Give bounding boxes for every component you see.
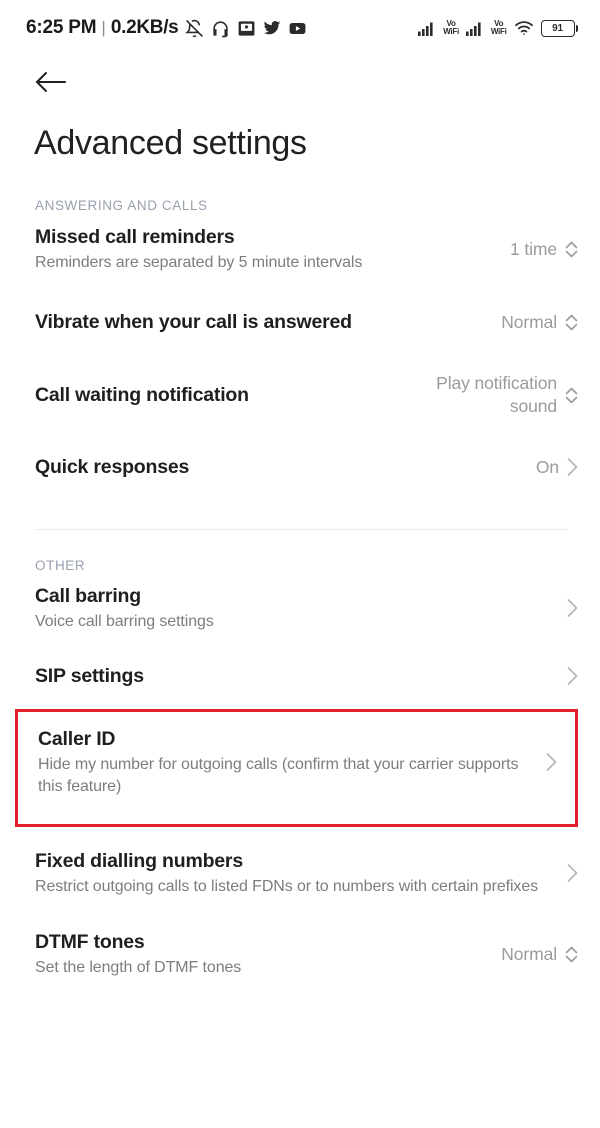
signal-bars-icon: [418, 21, 436, 36]
list-item-call-waiting-notification[interactable]: Call waiting notification Play notificat…: [0, 359, 600, 431]
status-bar: 6:25 PM | 0.2KB/s Vo WiFi Vo WiFi 91: [0, 0, 600, 56]
battery-icon: 91: [540, 19, 578, 37]
list-item-title: Quick responses: [35, 456, 190, 478]
network-speed-label: 0.2KB/s: [110, 17, 179, 38]
chevron-right-icon[interactable]: [546, 752, 557, 772]
bell-off-icon: [185, 19, 204, 38]
status-clock: 6:25 PM: [26, 17, 97, 38]
list-item-control[interactable]: Play notification sound: [417, 372, 578, 418]
list-item-value: Play notification sound: [436, 373, 557, 416]
list-item-subtitle: Restrict outgoing calls to listed FDNs o…: [35, 878, 539, 895]
highlight-box-caller-id: Caller ID Hide my number for outgoing ca…: [15, 709, 578, 827]
list-item-control[interactable]: Normal: [501, 943, 578, 966]
signal-bars-icon: [465, 21, 484, 36]
list-item-title: Call waiting notification: [35, 384, 249, 406]
list-item-subtitle: Voice call barring settings: [35, 613, 214, 630]
section-label-other: OTHER: [35, 558, 86, 573]
list-item-value: 1 time: [509, 238, 557, 259]
volte-wifi-icon: Vo WiFi: [490, 19, 507, 37]
stepper-updown-icon[interactable]: [565, 387, 578, 404]
volte-line-2: WiFi: [443, 27, 459, 36]
list-item-title: Fixed dialling numbers: [35, 850, 243, 872]
stepper-updown-icon[interactable]: [565, 946, 578, 963]
section-label-answering-and-calls: ANSWERING AND CALLS: [35, 198, 208, 213]
list-item-missed-call-reminders[interactable]: Missed call reminders Reminders are sepa…: [0, 213, 600, 285]
chevron-right-icon[interactable]: [567, 666, 578, 686]
list-item-dtmf-tones[interactable]: DTMF tones Set the length of DTMF tones …: [0, 919, 600, 989]
twitter-icon: [263, 19, 281, 37]
list-item-value: Normal: [501, 943, 557, 964]
list-item-title: Call barring: [35, 585, 141, 607]
stepper-updown-icon[interactable]: [565, 314, 578, 331]
list-item-caller-id[interactable]: Caller ID Hide my number for outgoing ca…: [18, 718, 575, 806]
list-item-title: SIP settings: [35, 665, 144, 687]
status-bar-right: Vo WiFi Vo WiFi 91: [418, 19, 578, 37]
settings-list-other: Call barring Voice call barring settings…: [0, 573, 600, 989]
list-item-control[interactable]: [567, 863, 578, 883]
page-title: Advanced settings: [34, 124, 307, 162]
chevron-right-icon[interactable]: [567, 598, 578, 618]
list-item-value: Normal: [501, 311, 557, 332]
list-item-text: DTMF tones Set the length of DTMF tones: [35, 929, 501, 979]
list-item-title: Caller ID: [38, 728, 116, 750]
chevron-right-icon[interactable]: [567, 457, 578, 477]
list-item-title: Vibrate when your call is answered: [35, 311, 352, 333]
list-item-control[interactable]: On: [536, 456, 578, 479]
list-item-subtitle: Set the length of DTMF tones: [35, 959, 242, 976]
list-item-quick-responses[interactable]: Quick responses On: [0, 431, 600, 503]
list-item-call-barring[interactable]: Call barring Voice call barring settings: [0, 573, 600, 643]
list-item-control[interactable]: Normal: [501, 311, 578, 334]
list-item-control[interactable]: 1 time: [510, 238, 578, 261]
list-item-control[interactable]: [546, 752, 557, 772]
screenshot-icon: [237, 19, 256, 38]
list-item-control[interactable]: [567, 598, 578, 618]
headset-icon: [211, 19, 230, 38]
list-item-text: Fixed dialling numbers Restrict outgoing…: [35, 848, 567, 898]
toolbar: [0, 56, 600, 108]
list-item-title: DTMF tones: [35, 931, 145, 953]
volte-line-2: WiFi: [490, 27, 507, 36]
list-item-text: Call waiting notification: [35, 382, 417, 408]
list-item-vibrate-when-call-answered[interactable]: Vibrate when your call is answered Norma…: [0, 285, 600, 359]
chevron-right-icon[interactable]: [567, 863, 578, 883]
list-item-value: On: [535, 456, 559, 477]
volte-wifi-icon: Vo WiFi: [443, 19, 459, 37]
list-item-text: Call barring Voice call barring settings: [35, 583, 567, 633]
wifi-icon: [514, 20, 534, 36]
list-item-control[interactable]: [567, 666, 578, 686]
settings-list-answering-and-calls: Missed call reminders Reminders are sepa…: [0, 213, 600, 503]
list-item-text: Missed call reminders Reminders are sepa…: [35, 224, 510, 274]
list-item-subtitle: Hide my number for outgoing calls (confi…: [38, 756, 519, 795]
list-item-fixed-dialling-numbers[interactable]: Fixed dialling numbers Restrict outgoing…: [0, 827, 600, 919]
status-separator: |: [101, 18, 106, 37]
stepper-updown-icon[interactable]: [565, 241, 578, 258]
list-item-text: SIP settings: [35, 663, 567, 689]
list-item-text: Caller ID Hide my number for outgoing ca…: [38, 726, 546, 798]
arrow-left-icon[interactable]: [34, 62, 74, 102]
list-item-title: Missed call reminders: [35, 226, 235, 248]
youtube-icon: [288, 19, 307, 38]
status-bar-left: 6:25 PM | 0.2KB/s: [26, 17, 307, 39]
battery-percent-label: 91: [552, 22, 563, 34]
list-item-subtitle: Reminders are separated by 5 minute inte…: [35, 254, 363, 271]
list-item-sip-settings[interactable]: SIP settings: [0, 643, 600, 709]
list-item-text: Quick responses: [35, 454, 536, 480]
list-item-text: Vibrate when your call is answered: [35, 309, 501, 335]
